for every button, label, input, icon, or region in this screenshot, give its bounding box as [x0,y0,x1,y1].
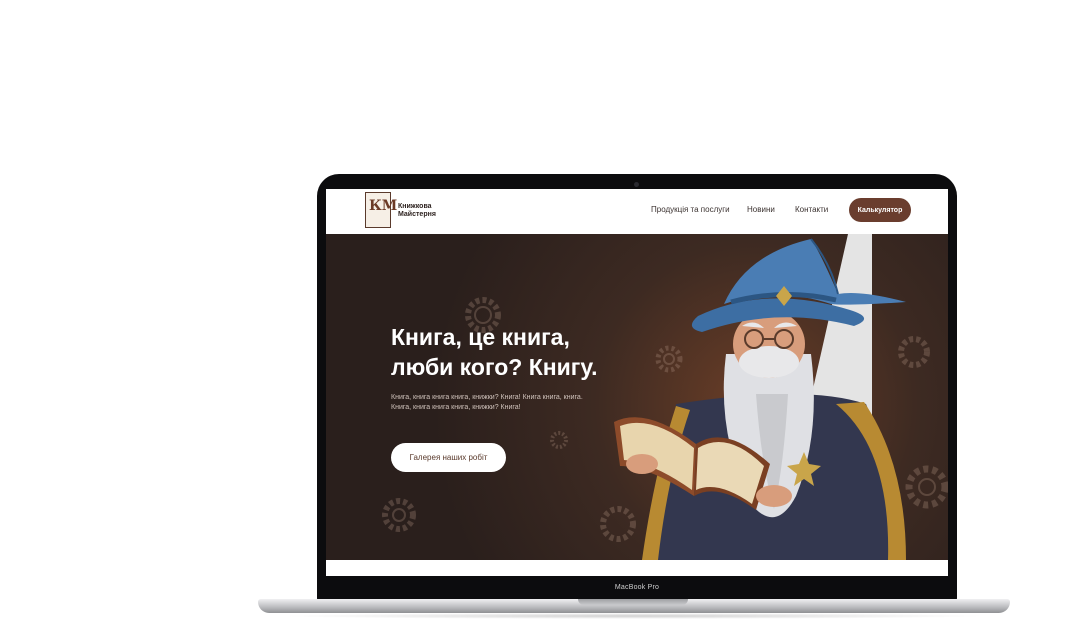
logo-line-1: Книжкова [398,203,432,210]
gear-icon [382,498,416,532]
laptop-notch [578,599,688,605]
hero-subtitle: Книга, книга книга книга, книжки? Книга!… [391,393,651,413]
hero-title: Книга, це книга, люби кого? Книгу. [391,322,691,382]
hero-title-line-1: Книга, це книга, [391,324,570,350]
hero-section: Книга, це книга, люби кого? Книгу. Книга… [326,234,948,560]
gear-icon [550,431,568,449]
stage: КМ Книжкова Майстерня Продукція та послу… [0,0,1090,624]
hero-subtitle-line-1: Книга, книга книга книга, книжки? Книга!… [391,394,583,401]
site-next-section [326,560,948,576]
nav-news[interactable]: Новини [747,205,775,214]
laptop-shadow [280,613,988,619]
logo[interactable]: КМ [365,192,397,228]
gallery-button[interactable]: Галерея наших робіт [391,443,506,472]
logo-monogram: КМ [369,198,398,214]
site-header: КМ Книжкова Майстерня Продукція та послу… [326,189,948,234]
nav-products-services[interactable]: Продукція та послуги [651,205,730,214]
hero-title-line-2: люби кого? Книгу. [391,354,598,380]
logo-text[interactable]: Книжкова Майстерня [398,203,436,219]
laptop-screen: КМ Книжкова Майстерня Продукція та послу… [326,189,948,576]
camera-icon [634,182,639,187]
hero-subtitle-line-2: Книга, книга книга книга, книжки? Книга! [391,404,521,411]
nav-contacts[interactable]: Контакти [795,205,828,214]
wizard-illustration [614,238,906,560]
logo-line-2: Майстерня [398,211,436,218]
device-label: MacBook Pro [614,584,660,591]
calculator-button[interactable]: Калькулятор [849,198,911,222]
